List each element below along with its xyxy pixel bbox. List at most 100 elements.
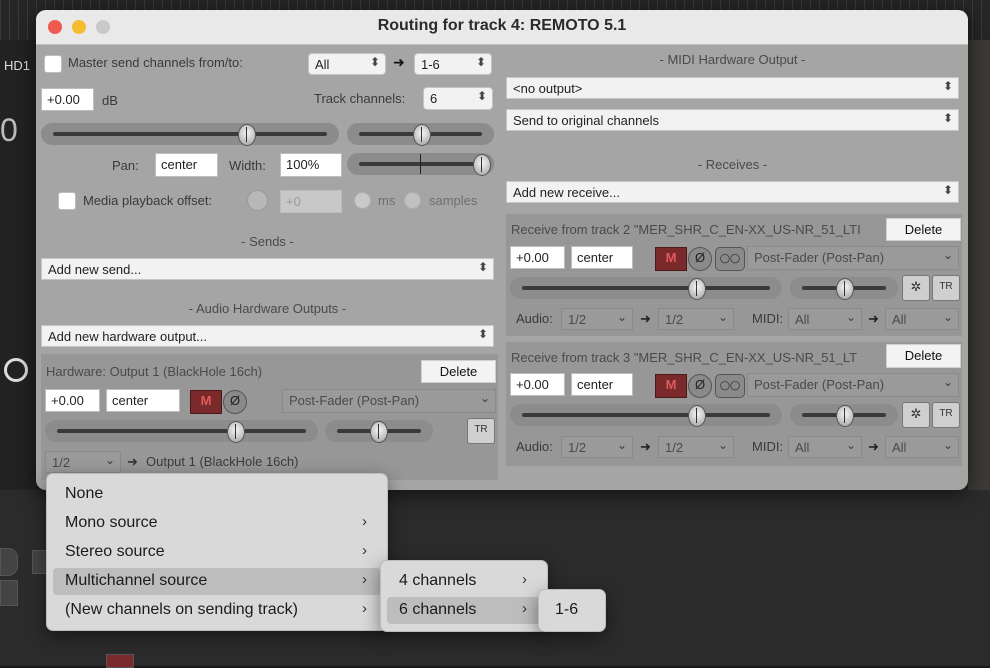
receive-midi-src-value: All <box>795 312 810 327</box>
slider-thumb[interactable] <box>688 278 706 300</box>
menu-item-none[interactable]: None <box>53 481 381 508</box>
slider-thumb[interactable] <box>413 124 431 146</box>
master-from-select[interactable]: All ⬍ <box>308 53 386 75</box>
receive-mode-value: Post-Fader (Post-Pan) <box>754 250 885 265</box>
receive-midi-src-select[interactable]: All ⌄ <box>788 308 862 330</box>
receive-audio-src-select[interactable]: 1/2 ⌄ <box>561 436 633 458</box>
master-pan-slider[interactable] <box>347 123 494 146</box>
receive-pan-input[interactable]: center <box>571 373 633 396</box>
hw-output-phase-button[interactable]: Ø <box>223 390 247 414</box>
offset-knob[interactable] <box>247 190 268 211</box>
receive-volume-input[interactable]: +0.00 <box>510 373 565 396</box>
add-receive-label: Add new receive... <box>513 185 620 200</box>
slider-thumb[interactable] <box>370 421 388 443</box>
hw-output-channel-select[interactable]: 1/2 ⌄ <box>45 451 121 473</box>
track-channels-select[interactable]: 6 ⬍ <box>423 87 493 110</box>
midi-output-select[interactable]: <no output> ⬍ <box>506 77 959 99</box>
receive-pan-input[interactable]: center <box>571 246 633 269</box>
title-bar: Routing for track 4: REMOTO 5.1 <box>36 10 968 45</box>
hw-output-mute-button[interactable]: M <box>190 390 222 414</box>
media-offset-checkbox[interactable] <box>58 192 76 210</box>
tr-icon[interactable]: TR <box>932 275 960 301</box>
tr-icon[interactable]: TR <box>932 402 960 428</box>
menu-item-stereo-source[interactable]: Stereo source › <box>53 539 381 566</box>
receive-audio-label: Audio: <box>516 439 553 454</box>
receive-volume-input[interactable]: +0.00 <box>510 246 565 269</box>
receive-midi-dst-select[interactable]: All ⌄ <box>885 308 959 330</box>
hw-output-pan-input[interactable]: center <box>106 389 180 412</box>
chevron-right-icon: › <box>522 571 527 588</box>
offset-input[interactable]: +0 <box>280 190 342 213</box>
receive-mute-button[interactable]: M <box>655 247 687 271</box>
receive-midi-src-select[interactable]: All ⌄ <box>788 436 862 458</box>
slider-thumb[interactable] <box>473 154 491 176</box>
add-receive-select[interactable]: Add new receive... ⬍ <box>506 181 959 203</box>
chevron-down-icon: ⌄ <box>942 310 953 324</box>
receive-mode-select[interactable]: Post-Fader (Post-Pan) ⌄ <box>747 246 959 270</box>
receive-mode-value: Post-Fader (Post-Pan) <box>754 377 885 392</box>
master-to-select[interactable]: 1-6 ⬍ <box>414 53 492 75</box>
menu-item-label: 4 channels <box>399 572 477 589</box>
width-slider[interactable] <box>347 153 494 176</box>
slider-thumb[interactable] <box>836 405 854 427</box>
tr-icon[interactable]: TR <box>467 418 495 444</box>
receive-delete-button[interactable]: Delete <box>886 218 961 241</box>
width-input[interactable]: 100% <box>280 153 342 177</box>
chevron-down-icon: ⌄ <box>717 438 728 452</box>
submenu-item-4-channels[interactable]: 4 channels › <box>387 568 541 595</box>
hw-output-pan-slider[interactable] <box>325 420 433 443</box>
hw-output-volume-slider[interactable] <box>45 420 318 443</box>
slider-thumb[interactable] <box>836 278 854 300</box>
receive-pan-slider[interactable] <box>790 277 898 300</box>
chevron-down-icon: ⌄ <box>717 310 728 324</box>
receive-audio-dst-select[interactable]: 1/2 ⌄ <box>658 436 734 458</box>
receive-audio-label: Audio: <box>516 311 553 326</box>
receive-delete-button[interactable]: Delete <box>886 344 961 368</box>
receive-mode-select[interactable]: Post-Fader (Post-Pan) ⌄ <box>747 373 959 397</box>
menu-item-multichannel-source[interactable]: Multichannel source › <box>53 568 381 595</box>
midi-channels-select[interactable]: Send to original channels ⬍ <box>506 109 959 131</box>
receive-audio-src-select[interactable]: 1/2 ⌄ <box>561 308 633 330</box>
slider-thumb[interactable] <box>227 421 245 443</box>
slider-center-mark <box>420 154 421 174</box>
hw-output-volume-input[interactable]: +0.00 <box>45 389 100 412</box>
menu-item-new-channels[interactable]: (New channels on sending track) › <box>53 597 381 624</box>
menu-item-label: 6 channels <box>399 601 477 618</box>
receive-mono-button[interactable]: ◯◯ <box>715 374 745 398</box>
slider-thumb[interactable] <box>238 124 256 146</box>
receive-volume-slider[interactable] <box>510 404 782 427</box>
receive-pan-slider[interactable] <box>790 404 898 427</box>
hw-output-delete-button[interactable]: Delete <box>421 360 496 383</box>
receive-mute-button[interactable]: M <box>655 374 687 398</box>
hw-output-mode-select[interactable]: Post-Fader (Post-Pan) ⌄ <box>282 389 496 413</box>
hw-output-title: Hardware: Output 1 (BlackHole 16ch) <box>46 364 263 379</box>
slider-thumb[interactable] <box>688 405 706 427</box>
updown-icon: ⬍ <box>369 55 380 69</box>
receive-phase-button[interactable]: Ø <box>688 247 712 271</box>
add-send-select[interactable]: Add new send... ⬍ <box>41 258 494 280</box>
menu-item-mono-source[interactable]: Mono source › <box>53 510 381 537</box>
midi-icon[interactable]: ✲ <box>902 275 930 301</box>
receive-mono-button[interactable]: ◯◯ <box>715 247 745 271</box>
chevron-down-icon: ⌄ <box>942 248 953 262</box>
sends-header: - Sends - <box>241 234 294 249</box>
receive-midi-dst-select[interactable]: All ⌄ <box>885 436 959 458</box>
chevron-down-icon: ⌄ <box>616 310 627 324</box>
master-volume-slider[interactable] <box>41 123 339 146</box>
receive-phase-button[interactable]: Ø <box>688 374 712 398</box>
ms-label: ms <box>378 193 396 208</box>
midi-icon[interactable]: ✲ <box>902 402 930 428</box>
samples-radio[interactable] <box>404 192 421 209</box>
add-hw-output-select[interactable]: Add new hardware output... ⬍ <box>41 325 494 347</box>
ms-radio[interactable] <box>354 192 371 209</box>
samples-label: samples <box>429 193 478 208</box>
master-volume-input[interactable]: +0.00 <box>41 88 94 111</box>
receive-volume-slider[interactable] <box>510 277 782 300</box>
receive-title: Receive from track 3 "MER_SHR_C_EN-XX_US… <box>511 350 858 365</box>
master-send-checkbox[interactable] <box>44 55 62 73</box>
submenu-item-1-6[interactable]: 1-6 <box>543 597 601 624</box>
submenu-item-6-channels[interactable]: 6 channels › <box>387 597 541 624</box>
receive-audio-dst-select[interactable]: 1/2 ⌄ <box>658 308 734 330</box>
pan-input[interactable]: center <box>155 153 218 177</box>
multichannel-submenu: 4 channels › 6 channels › <box>380 560 548 632</box>
